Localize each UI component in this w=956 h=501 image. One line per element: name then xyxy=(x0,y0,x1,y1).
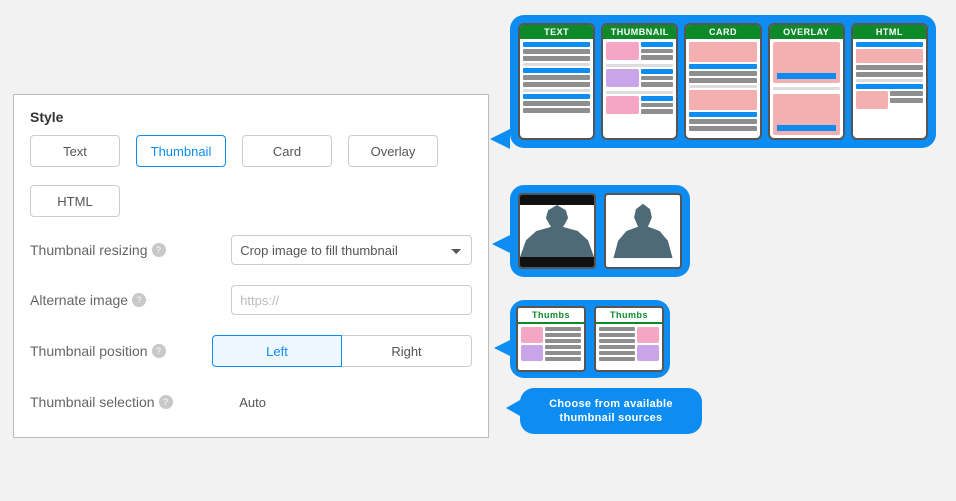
style-config-panel: Style Text Thumbnail Card Overlay HTML T… xyxy=(13,94,489,438)
fit-preview xyxy=(604,193,682,269)
style-option-card[interactable]: Card xyxy=(242,135,332,167)
position-left-button[interactable]: Left xyxy=(212,335,342,367)
style-preview-callout: TEXT THUMBNAIL CARD OVERLAY xyxy=(510,15,936,148)
style-option-thumbnail[interactable]: Thumbnail xyxy=(136,135,226,167)
thumbnail-position-label: Thumbnail position ? xyxy=(30,343,212,359)
crop-preview xyxy=(518,193,596,269)
thumb-right-preview: Thumbs xyxy=(594,306,664,372)
thumb-left-preview: Thumbs xyxy=(516,306,586,372)
preview-thumbnail: THUMBNAIL xyxy=(601,23,678,140)
alternate-image-label: Alternate image ? xyxy=(30,292,231,308)
position-right-button[interactable]: Right xyxy=(342,335,472,367)
preview-text: TEXT xyxy=(518,23,595,140)
help-icon[interactable]: ? xyxy=(152,344,166,358)
help-icon[interactable]: ? xyxy=(159,395,173,409)
thumbnail-position-row: Thumbnail position ? Left Right xyxy=(30,335,472,367)
position-preview-callout: Thumbs Thumbs xyxy=(510,300,670,378)
preview-overlay: OVERLAY xyxy=(768,23,845,140)
style-button-row-2: HTML xyxy=(30,185,472,217)
thumbnail-resizing-label: Thumbnail resizing ? xyxy=(30,242,231,258)
selection-callout: Choose from available thumbnail sources xyxy=(520,388,702,434)
help-icon[interactable]: ? xyxy=(152,243,166,257)
style-option-text[interactable]: Text xyxy=(30,135,120,167)
thumbnail-position-group: Left Right xyxy=(212,335,472,367)
style-option-html[interactable]: HTML xyxy=(30,185,120,217)
style-option-overlay[interactable]: Overlay xyxy=(348,135,438,167)
thumbnail-resizing-select[interactable]: Crop image to fill thumbnail xyxy=(231,235,472,265)
alternate-image-row: Alternate image ? xyxy=(30,285,472,315)
preview-card: CARD xyxy=(684,23,761,140)
preview-html: HTML xyxy=(851,23,928,140)
selection-callout-text: Choose from available thumbnail sources xyxy=(530,397,692,426)
section-title: Style xyxy=(30,109,472,125)
thumbnail-selection-value[interactable] xyxy=(231,387,472,417)
resizing-preview-callout xyxy=(510,185,690,277)
alternate-image-input[interactable] xyxy=(231,285,472,315)
thumbnail-resizing-row: Thumbnail resizing ? Crop image to fill … xyxy=(30,235,472,265)
style-button-row: Text Thumbnail Card Overlay xyxy=(30,135,472,167)
help-icon[interactable]: ? xyxy=(132,293,146,307)
thumbnail-selection-label: Thumbnail selection ? xyxy=(30,394,231,410)
thumbnail-selection-row: Thumbnail selection ? xyxy=(30,387,472,417)
